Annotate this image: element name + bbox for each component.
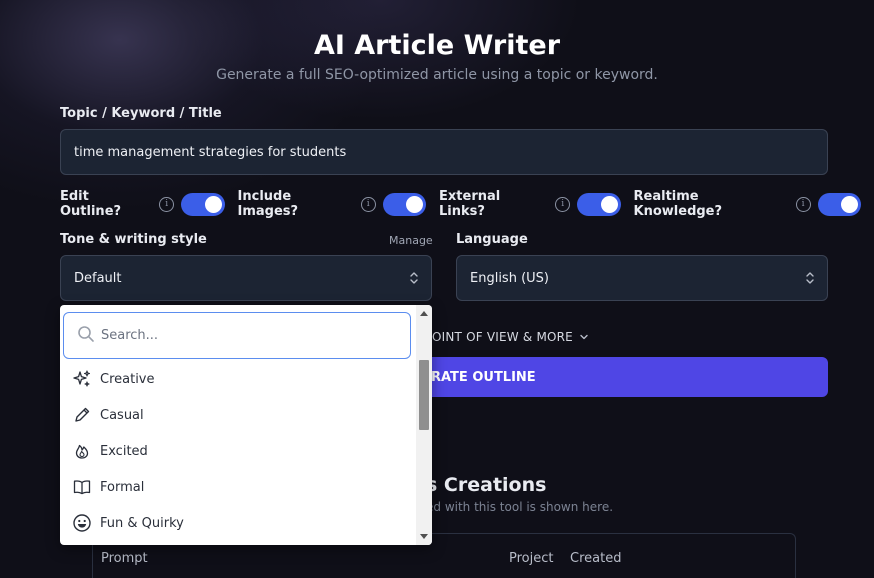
scroll-down-arrow-icon[interactable]	[420, 534, 428, 539]
tone-option-label: Casual	[100, 407, 144, 423]
tone-option-creative[interactable]: Creative	[60, 361, 416, 397]
chevron-up-down-icon	[410, 272, 418, 284]
tone-option-label: Excited	[100, 443, 148, 459]
topic-label: Topic / Keyword / Title	[60, 106, 222, 121]
tone-dropdown-menu: Search... Creative Casual Excited Formal…	[60, 305, 432, 545]
toggle-external-links-label: External Links?	[439, 189, 501, 219]
page-subtitle: Generate a full SEO-optimized article us…	[216, 67, 658, 83]
creations-title: s Creations	[426, 474, 547, 496]
topic-input[interactable]: time management strategies for students	[60, 129, 828, 175]
toggle-realtime-knowledge-label: Realtime Knowledge?	[633, 189, 723, 219]
manage-tones-link[interactable]: Manage	[389, 234, 433, 247]
tone-option-casual[interactable]: Casual	[60, 397, 416, 433]
tone-option-label: Formal	[100, 479, 145, 495]
external-links-toggle[interactable]	[577, 192, 621, 216]
tone-option-excited[interactable]: Excited	[60, 433, 416, 469]
realtime-knowledge-toggle[interactable]	[817, 192, 861, 216]
edit-outline-toggle[interactable]	[181, 192, 225, 216]
info-icon[interactable]: i	[159, 196, 175, 212]
info-icon[interactable]: i	[795, 196, 811, 212]
more-options-toggle[interactable]: OINT OF VIEW & MORE	[432, 330, 589, 344]
language-select[interactable]: English (US)	[456, 255, 828, 301]
language-label: Language	[456, 232, 528, 247]
language-select-value: English (US)	[470, 270, 549, 286]
generate-outline-label: RATE OUTLINE	[431, 369, 536, 385]
tone-select[interactable]: Default	[60, 255, 432, 301]
column-header-project[interactable]: Project	[509, 551, 553, 566]
chevron-down-icon	[580, 334, 588, 340]
tone-option-fun-quirky[interactable]: Fun & Quirky	[60, 505, 416, 541]
creations-subtitle: ed with this tool is shown here.	[426, 500, 614, 514]
page-title: AI Article Writer	[313, 30, 561, 61]
flame-icon	[72, 441, 92, 461]
tone-label: Tone & writing style	[60, 232, 207, 247]
include-images-toggle[interactable]	[382, 192, 426, 216]
tone-option-label: Fun & Quirky	[100, 515, 184, 531]
toggle-edit-outline-label: Edit Outline?	[60, 189, 122, 219]
search-icon	[78, 326, 94, 342]
toggle-external-links-group: External Links? i	[439, 189, 621, 219]
toggle-include-images-label: Include Images?	[237, 189, 299, 219]
info-icon[interactable]: i	[555, 196, 571, 212]
more-options-label: OINT OF VIEW & MORE	[432, 330, 573, 344]
tone-select-value: Default	[74, 270, 122, 286]
column-header-created[interactable]: Created	[570, 551, 621, 566]
dropdown-scrollbar[interactable]	[416, 305, 432, 545]
tone-option-label: Creative	[100, 371, 155, 387]
chevron-up-down-icon	[806, 272, 814, 284]
tone-option-formal[interactable]: Formal	[60, 469, 416, 505]
scrollbar-thumb[interactable]	[419, 360, 429, 430]
options-toggles: Edit Outline? i Include Images? i Extern…	[60, 189, 874, 219]
sparkles-icon	[72, 369, 92, 389]
book-open-icon	[72, 477, 92, 497]
toggle-edit-outline-group: Edit Outline? i	[60, 189, 225, 219]
scroll-up-arrow-icon[interactable]	[420, 311, 428, 316]
dropdown-search-input[interactable]: Search...	[63, 312, 411, 359]
toggle-realtime-knowledge-group: Realtime Knowledge? i	[634, 189, 861, 219]
info-icon[interactable]: i	[360, 196, 376, 212]
toggle-include-images-group: Include Images? i	[238, 189, 427, 219]
smiley-icon	[72, 513, 92, 533]
column-header-prompt[interactable]: Prompt	[101, 551, 148, 566]
pencil-icon	[72, 405, 92, 425]
